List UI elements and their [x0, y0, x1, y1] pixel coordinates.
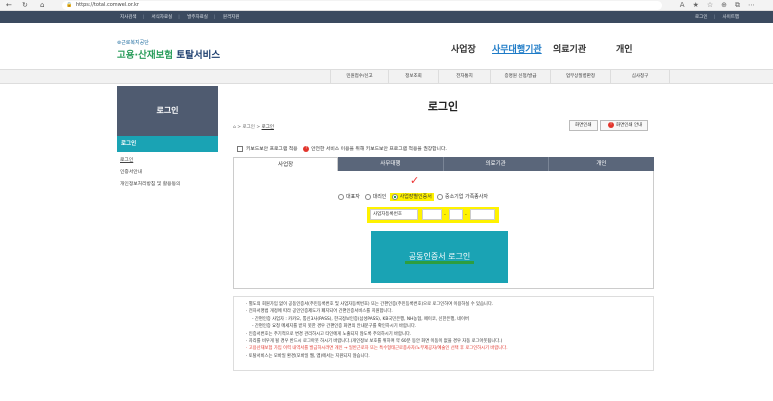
back-icon[interactable]: ← — [6, 1, 12, 9]
screen-print-label: 화면인쇄 — [575, 123, 592, 128]
utility-bar: 지사검색 | 서식자료실 | 발주자료실 | 원격지원 로그인 | 사이트맵 — [0, 11, 773, 23]
left-panel-item-login[interactable]: 로그인 — [120, 156, 133, 163]
login-role-radios: 대표자 대리인 사업장별인증서 중소기업 가족종사자 — [338, 193, 488, 201]
radio-representative[interactable]: 대표자 — [338, 193, 360, 200]
check-mark-icon: ✓ — [410, 174, 420, 187]
tab-agency[interactable]: 사무대행 — [338, 157, 444, 171]
sub-menu: 민원접수/신고 정보조회 전자통지 증명원 신청/발급 업무상질병판정 심사청구 — [0, 69, 773, 84]
radio-sme-family[interactable]: 중소기업 가족종사자 — [436, 193, 488, 200]
home-icon[interactable]: ⌂ — [40, 1, 44, 9]
tab-personal[interactable]: 개인 — [548, 157, 654, 171]
brand-logo[interactable]: ⊚근로복지공단 고용·산재보험 토탈서비스 — [117, 39, 220, 61]
util-link-remote-support[interactable]: 원격지원 — [223, 15, 240, 20]
business-number-field-2[interactable] — [449, 209, 463, 220]
warning-icon: ! — [303, 145, 310, 152]
lock-icon: 🔒 — [66, 2, 73, 8]
brand-name-a: 고용·산재보험 — [117, 50, 174, 61]
nav-workplace[interactable]: 사업장 — [451, 42, 476, 55]
address-bar[interactable]: 🔒 https://total.comwel.or.kr — [62, 1, 662, 10]
url-text: https://total.comwel.or.kr — [76, 2, 139, 8]
keyboard-security-warning: 안전한 서비스 이용을 위해 키보드보안 프로그램 적용을 권장합니다. — [311, 147, 447, 152]
util-link-login[interactable]: 로그인 — [695, 15, 707, 20]
breadcrumb-current: 로그인 — [261, 125, 274, 130]
submenu-item-filing[interactable]: 민원접수/신고 — [330, 70, 388, 83]
business-number-dash-2: - — [465, 212, 467, 218]
keyboard-security-row: 키보드보안 프로그램 적용 ! 안전한 서비스 이용을 위해 키보드보안 프로그램… — [237, 145, 447, 152]
refresh-icon[interactable]: ↻ — [22, 1, 28, 9]
breadcrumb: ⌂ > 로그인 > 로그인 — [233, 125, 274, 130]
left-panel-item-privacy[interactable]: 개인정보처리방침 및 활용동의 — [120, 180, 180, 187]
tab-medical[interactable]: 의료기관 — [443, 157, 549, 171]
notice-box: · 별도의 회원가입 없이 공동인증서(주민등록번호 및 사업자등록번호) 또는… — [233, 296, 654, 371]
submenu-item-appeal[interactable]: 심사청구 — [610, 70, 670, 83]
breadcrumb-1[interactable]: 로그인 — [243, 125, 255, 130]
business-number-select[interactable]: 사업자등록번호 — [370, 209, 418, 220]
nav-medical[interactable]: 의료기관 — [553, 42, 586, 55]
login-type-tabs: 사업장 사무대행 의료기관 개인 — [233, 157, 654, 171]
screen-guide-label: 화면인쇄 안내 — [616, 123, 643, 128]
notice-line: · 별도의 회원가입 없이 공동인증서(주민등록번호 및 사업자등록번호) 또는… — [246, 302, 494, 307]
browser-extension-icons[interactable]: A★☆⊕⧉⋯ — [680, 1, 763, 10]
cert-login-button[interactable]: 공동인증서 로그인 — [371, 231, 508, 283]
notice-line: · 인증서번호는 주기적으로 변경 관리하시고 타인에게 노출되지 않도록 주의… — [246, 331, 412, 337]
keyboard-security-label: 키보드보안 프로그램 적용 — [246, 147, 298, 152]
tab-workplace[interactable]: 사업장 — [233, 157, 339, 171]
util-link-sitemap[interactable]: 사이트맵 — [722, 15, 739, 20]
submenu-item-notice[interactable]: 전자통지 — [438, 70, 490, 83]
keyboard-security-checkbox[interactable] — [237, 145, 243, 152]
org-name: 근로복지공단 — [121, 40, 149, 46]
util-link-forms[interactable]: 서식자료실 — [152, 15, 173, 20]
business-number-field-1[interactable] — [422, 209, 442, 220]
browser-toolbar: ← ↻ ⌂ 🔒 https://total.comwel.or.kr A★☆⊕⧉… — [0, 0, 773, 11]
submenu-item-certificate[interactable]: 증명원 신청/발급 — [490, 70, 550, 83]
warning-icon: ! — [608, 121, 614, 128]
home-icon[interactable]: ⌂ — [233, 125, 236, 130]
util-link-orders[interactable]: 발주자료실 — [187, 15, 208, 20]
notice-line: · 고용산재보험 가입 이력 내역서를 발급하시려면 개인 → 일반근로자 또는… — [246, 346, 508, 352]
notice-line: · 토탈서비스는 모바일 환경(모바일 웹, 앱)에서는 지원되지 않습니다. — [246, 353, 370, 359]
cert-login-label: 공동인증서 로그인 — [404, 252, 475, 264]
submenu-item-inquiry[interactable]: 정보조회 — [388, 70, 438, 83]
notice-line: - 간편인증 사업자 : 카카오, 통신3사(PASS), 한국정보인증(삼성P… — [252, 316, 469, 322]
screen-print-button[interactable]: 화면인쇄 — [569, 120, 598, 131]
brand-name-b: 토탈서비스 — [173, 50, 221, 61]
left-panel-header: 로그인 — [117, 86, 218, 136]
util-link-branch-search[interactable]: 지사검색 — [120, 15, 137, 20]
submenu-item-disease[interactable]: 업무상질병판정 — [550, 70, 610, 83]
radio-workplace-cert[interactable]: 사업장별인증서 — [389, 193, 434, 201]
notice-line: · 전자서명법 개정에 따라 공인인증제도가 폐지되어 간편인증서비스를 지원합… — [246, 309, 393, 315]
left-panel-selected[interactable]: 로그인 — [117, 136, 218, 152]
nav-agency[interactable]: 사무대행기관 — [492, 42, 542, 55]
business-number-dash-1: - — [444, 212, 446, 218]
radio-agent[interactable]: 대리인 — [364, 193, 386, 200]
business-number-row: 사업자등록번호 - - — [367, 207, 499, 223]
notice-line: · 자리를 비우게 될 경우 반드시 로그아웃 하시기 바랍니다.(개인정보 보… — [246, 339, 503, 345]
notice-line: - 간편인증 요청 메세지를 받지 못한 경우 간편인증 화면의 안내문구를 확… — [252, 324, 417, 330]
business-number-field-3[interactable] — [470, 209, 495, 220]
left-panel-item-cert-guide[interactable]: 인증서안내 — [120, 168, 142, 175]
page-title: 로그인 — [427, 100, 459, 113]
nav-personal[interactable]: 개인 — [616, 42, 633, 55]
screen-print-guide-button[interactable]: ! 화면인쇄 안내 — [600, 120, 649, 131]
